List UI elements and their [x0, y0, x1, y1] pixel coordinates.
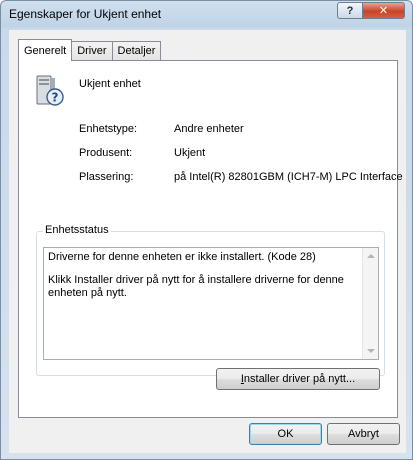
svg-text:?: ? [52, 91, 59, 105]
tab-strip: Generelt Driver Detaljer [18, 38, 162, 61]
device-status-group: Enhetsstatus Driverne for denne enheten … [36, 224, 385, 376]
tab-detaljer[interactable]: Detaljer [111, 41, 162, 60]
close-button[interactable]: ✕ [362, 2, 405, 19]
status-scrollbar[interactable] [362, 248, 378, 359]
status-instruction: Klikk Installer driver på nytt for å ins… [48, 274, 344, 299]
reinstall-driver-button[interactable]: Installer driver på nytt... [216, 368, 380, 390]
tab-generelt[interactable]: Generelt [18, 39, 73, 61]
manufacturer-label: Produsent: [79, 147, 133, 159]
device-type-label: Enhetstype: [79, 123, 138, 135]
properties-dialog: Egenskaper for Ukjent enhet ? ✕ Generelt… [0, 0, 413, 460]
location-value: på Intel(R) 82801GBM (ICH7-M) LPC Interf… [174, 171, 403, 183]
unknown-device-icon: ? [36, 75, 64, 106]
device-status-title: Enhetsstatus [43, 224, 111, 236]
location-label: Plassering: [79, 171, 134, 183]
dialog-client-area: Generelt Driver Detaljer ? Ukjent enhet … [9, 30, 406, 453]
window-title: Egenskaper for Ukjent enhet [9, 7, 162, 21]
device-status-text: Driverne for denne enheten er ikke insta… [48, 251, 358, 310]
device-name: Ukjent enhet [79, 78, 141, 90]
cancel-button[interactable]: Avbryt [327, 423, 400, 445]
device-type-value: Andre enheter [174, 123, 244, 135]
ok-button[interactable]: OK [249, 423, 322, 445]
scroll-up-arrow-icon[interactable] [367, 254, 375, 258]
scroll-down-arrow-icon[interactable] [367, 349, 375, 353]
reinstall-driver-label: nstaller driver på nytt... [243, 373, 356, 385]
help-button[interactable]: ? [337, 2, 363, 19]
title-bar: Egenskaper for Ukjent enhet ? ✕ [1, 1, 412, 29]
status-message: Driverne for denne enheten er ikke insta… [48, 251, 316, 263]
manufacturer-value: Ukjent [174, 147, 206, 159]
tab-panel-generelt: ? Ukjent enhet Enhetstype: Andre enheter… [18, 60, 403, 418]
device-status-textbox[interactable]: Driverne for denne enheten er ikke insta… [43, 247, 379, 360]
tab-driver[interactable]: Driver [71, 41, 113, 60]
